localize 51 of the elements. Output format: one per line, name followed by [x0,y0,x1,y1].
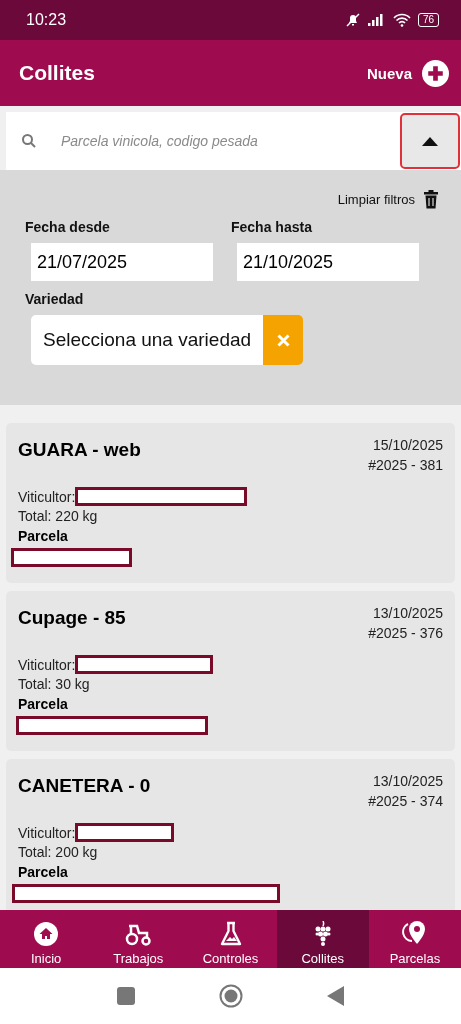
total-weight: Total: 30 kg [18,676,91,692]
battery-indicator: 76 [417,13,439,27]
plot-label: Parcela [18,864,69,880]
plot-label: Parcela [18,528,69,544]
plot-label: Parcela [18,696,69,712]
harvest-title: GUARA - web [18,439,141,461]
home-icon[interactable] [219,984,243,1008]
date-to-label: Fecha hasta [231,219,313,235]
screen-title: Collites [19,61,95,85]
caret-icon [421,136,439,146]
plus-icon [422,59,449,87]
home-icon [33,921,60,947]
harvest-code: #2025 - 376 [368,625,443,641]
grower-label: Viticultor: [18,656,76,673]
nav-tab[interactable]: Inicio [0,910,93,968]
harvest-card[interactable]: Cupage - 85 13/10/2025 #2025 - 376 Viticultor: Total: 30 kg Parcela [6,591,455,751]
harvest-title: Cupage - 85 [18,607,126,629]
variety-label: Variedad [25,291,85,307]
close-icon [276,333,290,347]
harvest-code: #2025 - 374 [368,793,443,809]
grower-label: Viticultor: [18,824,76,841]
date-from-field[interactable]: 21/07/2025 [31,243,213,281]
bell-off-icon [344,12,361,28]
date-from-label: Fecha desde [25,219,111,235]
trash-icon [423,190,439,209]
harvest-date: 13/10/2025 [372,773,443,789]
harvest-title: CANETERA - 0 [18,775,151,797]
harvest-code: #2025 - 381 [368,457,443,473]
signal-icon [367,14,386,26]
nav-tab[interactable]: Collites [276,910,369,968]
clear-filters-button[interactable]: Limpiar filtros [337,190,439,209]
total-weight: Total: 200 kg [18,844,99,860]
search-icon [21,133,37,149]
harvest-date: 15/10/2025 [372,437,443,453]
harvest-card[interactable]: CANETERA - 0 13/10/2025 #2025 - 374 Viticultor: Total: 200 kg Parcela [6,759,455,910]
collapse-filters-button[interactable] [400,113,460,169]
nav-tab[interactable]: Parcelas [368,910,461,968]
back-icon[interactable] [327,986,344,1006]
harvest-card[interactable]: GUARA - web 15/10/2025 #2025 - 381 Viticultor: Total: 220 kg Parcela [6,423,455,583]
variety-dropdown[interactable]: Selecciona una variedad [31,315,264,365]
total-weight: Total: 220 kg [18,508,99,524]
wifi-icon [392,13,411,27]
nav-tab[interactable]: Trabajos [92,910,185,968]
harvest-date: 13/10/2025 [372,605,443,621]
status-time: 10:23 [26,11,67,29]
nav-tab[interactable]: Controles [184,910,277,968]
tractor-icon [124,923,153,947]
new-button[interactable]: Nueva [366,59,449,87]
date-to-field[interactable]: 21/10/2025 [237,243,419,281]
grower-label: Viticultor: [18,488,76,505]
flask-icon [218,921,243,947]
